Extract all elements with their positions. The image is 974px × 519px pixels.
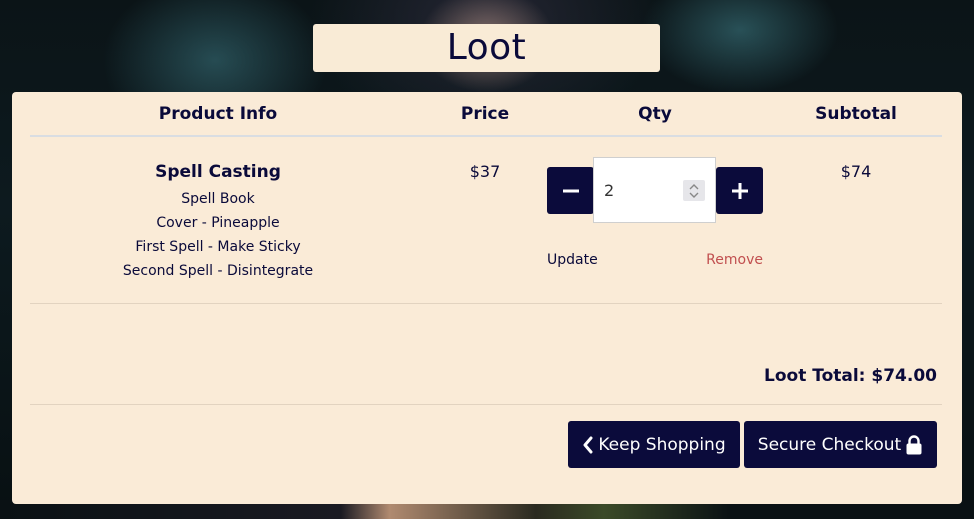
header-product-info: Product Info <box>158 104 278 124</box>
total-divider <box>30 404 942 405</box>
increment-button[interactable] <box>716 167 763 214</box>
product-detail: Cover - Pineapple <box>156 215 280 231</box>
header-qty: Qty <box>638 104 672 124</box>
chevron-down-icon <box>689 192 699 198</box>
chevron-up-icon <box>689 183 699 189</box>
secure-checkout-label: Secure Checkout <box>757 434 902 455</box>
keep-shopping-button[interactable]: Keep Shopping <box>568 421 740 468</box>
minus-icon <box>562 189 579 192</box>
header-price: Price <box>460 104 510 124</box>
page-title: Loot <box>446 27 527 68</box>
product-detail: First Spell - Make Sticky <box>135 239 301 255</box>
product-name: Spell Casting <box>155 162 281 182</box>
lock-icon <box>906 434 922 454</box>
update-link[interactable]: Update <box>547 252 598 268</box>
item-price: $37 <box>469 162 501 181</box>
quantity-spinner[interactable] <box>683 180 705 201</box>
chevron-left-icon <box>583 436 593 453</box>
header-subtotal: Subtotal <box>815 104 897 124</box>
page-title-box: Loot <box>313 24 660 72</box>
remove-link[interactable]: Remove <box>700 252 763 268</box>
decrement-button[interactable] <box>547 167 594 214</box>
item-subtotal: $74 <box>840 162 872 181</box>
plus-icon <box>731 182 748 199</box>
secure-checkout-button[interactable]: Secure Checkout <box>744 421 937 468</box>
header-divider <box>30 135 942 137</box>
product-detail: Spell Book <box>181 191 255 207</box>
product-detail: Second Spell - Disintegrate <box>122 263 314 279</box>
row-divider <box>30 303 942 304</box>
keep-shopping-label: Keep Shopping <box>598 434 726 455</box>
loot-total: Loot Total: $74.00 <box>764 366 937 386</box>
